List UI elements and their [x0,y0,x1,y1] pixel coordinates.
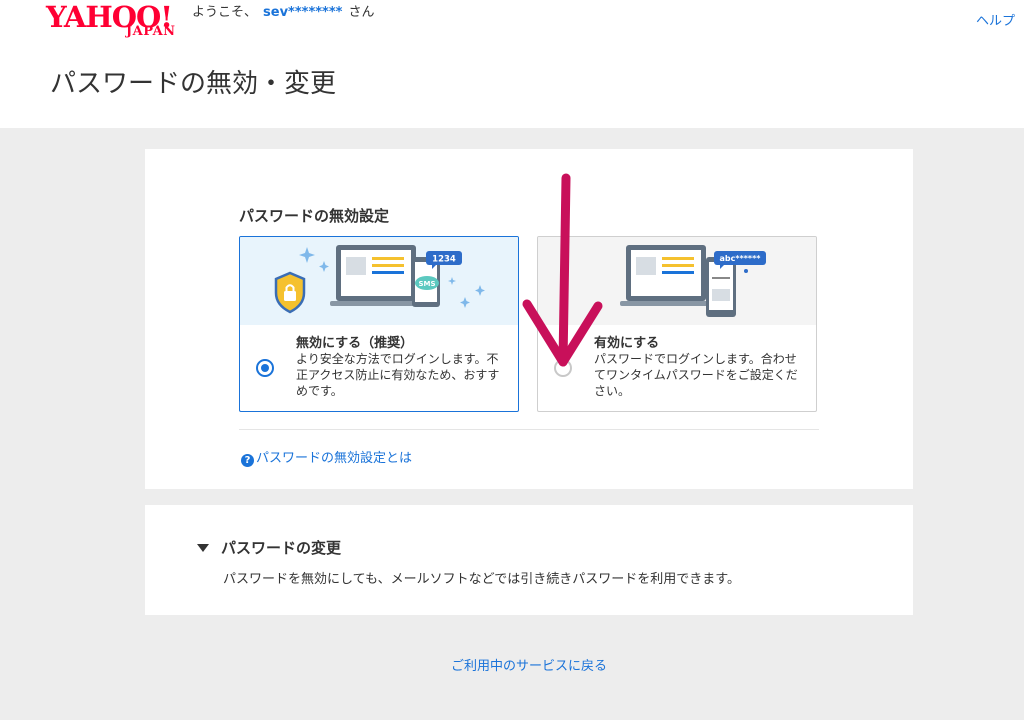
about-password-disable-link[interactable]: ? パスワードの無効設定とは [241,447,412,467]
password-change-title: パスワードの変更 [221,539,342,557]
yahoo-japan-logo[interactable]: YAHOO! JAPAN [46,2,186,40]
option-disable-description: より安全な方法でログインします。不正アクセス防止に有効なため、おすすめです。 [296,352,500,398]
option-illustration: abc****** [538,237,816,325]
help-link[interactable]: ヘルプ [976,10,1015,29]
password-disable-card: パスワードの無効設定 SMS 1234 無効にする（推奨） より安全な方法でログ… [145,149,913,489]
laptop-icon [620,245,712,306]
triangle-down-icon [197,544,209,552]
radio-disable[interactable] [256,359,274,377]
welcome-suffix: さん [348,5,375,20]
return-to-service-link[interactable]: ご利用中のサービスに戻る [0,655,1024,674]
option-enable-description: パスワードでログインします。合わせてワンタイムパスワードをご設定ください。 [594,352,798,398]
password-change-toggle[interactable]: パスワードの変更 [197,537,341,558]
sms-bubble-text: SMS [418,280,435,288]
option-illustration: SMS 1234 [240,237,518,325]
username: sev******** [263,5,343,20]
welcome-prefix: ようこそ、 [192,5,258,20]
about-link-text: パスワードの無効設定とは [256,451,413,466]
page-title: パスワードの無効・変更 [50,69,337,99]
radio-enable[interactable] [554,359,572,377]
shield-lock-icon [274,271,306,314]
option-enable-password[interactable]: abc****** 有効にする パスワードでログインします。合わせてワンタイムパ… [537,236,817,412]
password-change-description: パスワードを無効にしても、メールソフトなどでは引き続きパスワードを利用できます。 [223,572,741,587]
option-enable-label: 有効にする [594,336,660,351]
header: YAHOO! JAPAN ようこそ、 sev******** さん ヘルプ パスワー… [0,0,1024,128]
password-change-card: パスワードの変更 パスワードを無効にしても、メールソフトなどでは引き続きパスワー… [145,505,913,615]
welcome-message: ようこそ、 sev******** さん [192,4,374,22]
enable-illustration: abc****** [620,245,766,317]
otp-badge-text: 1234 [432,255,456,265]
disable-illustration: SMS 1234 [274,245,485,314]
laptop-icon [330,245,422,306]
question-circle-icon: ? [241,454,254,467]
option-disable-label: 無効にする（推奨） [296,336,414,351]
logo-subtext: JAPAN [126,24,176,39]
divider [239,429,819,430]
option-disable-password[interactable]: SMS 1234 無効にする（推奨） より安全な方法でログインします。不正アクセ… [239,236,519,412]
section-title: パスワードの無効設定 [239,207,390,225]
password-badge-text: abc****** [720,254,762,263]
